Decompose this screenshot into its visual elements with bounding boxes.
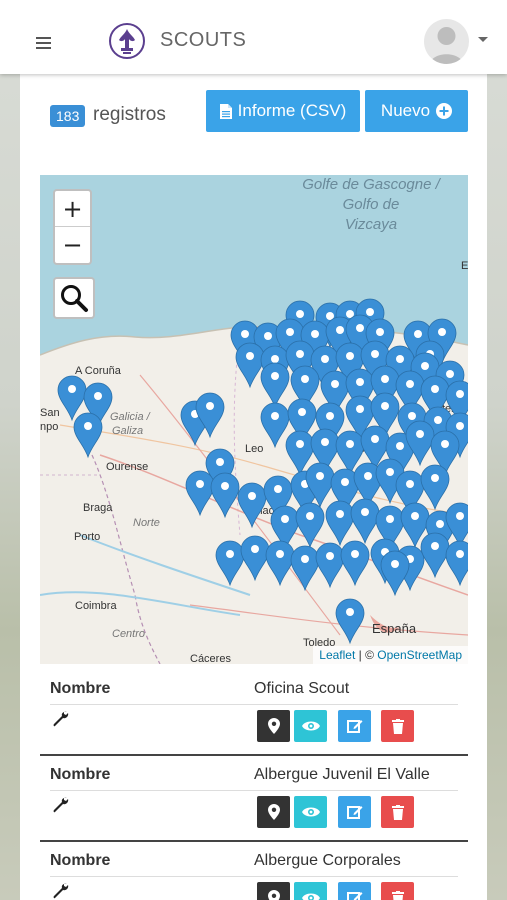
map-marker-icon	[267, 890, 280, 900]
map-marker-icon[interactable]	[380, 550, 410, 597]
map-view[interactable]: Golfe de Gascogne / Golfo de Vizcaya E A…	[40, 175, 468, 664]
wrench-icon	[53, 711, 69, 727]
record-name-value: Albergue Juvenil El Valle	[254, 766, 430, 783]
attribution-separator: | ©	[355, 648, 378, 662]
map-marker-icon[interactable]	[420, 464, 450, 511]
eye-icon	[301, 721, 320, 731]
map-marker-icon[interactable]	[295, 502, 325, 549]
scouts-logo[interactable]	[108, 22, 146, 62]
new-record-label: Nuevo	[380, 101, 431, 120]
leaflet-link[interactable]: Leaflet	[319, 648, 355, 662]
edit-button[interactable]	[338, 796, 371, 828]
map-marker-icon	[267, 804, 280, 820]
record-name-label: Nombre	[50, 680, 111, 697]
delete-button[interactable]	[381, 882, 414, 900]
wrench-icon	[53, 797, 69, 813]
view-button[interactable]	[294, 882, 327, 900]
map-marker-icon[interactable]	[265, 540, 295, 587]
record-divider	[40, 754, 468, 756]
map-marker-icon[interactable]	[445, 540, 468, 587]
map-marker-icon[interactable]	[350, 498, 380, 545]
record-count-badge: 183	[50, 105, 86, 127]
map-marker-icon[interactable]	[235, 342, 265, 389]
map-marker-icon[interactable]	[73, 412, 103, 459]
eye-icon	[301, 893, 320, 900]
map-marker-icon[interactable]	[325, 500, 355, 547]
delete-button[interactable]	[381, 796, 414, 828]
map-marker-icon[interactable]	[420, 532, 450, 579]
map-marker-icon[interactable]	[57, 375, 87, 422]
eye-icon	[301, 807, 320, 817]
trash-icon	[391, 804, 404, 820]
edit-button[interactable]	[338, 710, 371, 742]
map-attribution: Leaflet | © OpenStreetMap	[313, 646, 468, 664]
record-name-value: Oficina Scout	[254, 680, 350, 697]
map-marker-icon[interactable]	[210, 472, 240, 519]
map-marker-icon	[267, 718, 280, 734]
map-marker-icon[interactable]	[237, 482, 267, 529]
edit-icon	[346, 806, 362, 819]
brand-title: SCOUTS	[160, 29, 247, 51]
map-search-button[interactable]	[53, 277, 95, 319]
record-name-value: Albergue Corporales	[254, 852, 401, 869]
file-icon	[219, 103, 232, 119]
record-separator	[50, 790, 458, 791]
record-divider	[40, 840, 468, 842]
delete-button[interactable]	[381, 710, 414, 742]
wrench-icon	[53, 883, 69, 899]
edit-icon	[346, 892, 362, 900]
view-button[interactable]	[294, 710, 327, 742]
record-separator	[50, 876, 458, 877]
view-button[interactable]	[294, 796, 327, 828]
map-marker-icon[interactable]	[315, 542, 345, 589]
trash-icon	[391, 890, 404, 900]
record-count-label: registros	[93, 104, 166, 125]
trash-icon	[391, 718, 404, 734]
map-marker-button[interactable]	[257, 710, 290, 742]
top-navbar: SCOUTS	[0, 0, 507, 74]
zoom-in-button[interactable]: +	[55, 191, 90, 227]
map-marker-button[interactable]	[257, 882, 290, 900]
zoom-out-button[interactable]: −	[55, 227, 90, 263]
map-marker-icon[interactable]	[335, 598, 365, 645]
search-icon	[61, 285, 88, 312]
map-markers	[57, 298, 468, 645]
map-marker-icon[interactable]	[340, 540, 370, 587]
map-marker-icon[interactable]	[215, 540, 245, 587]
map-marker-icon[interactable]	[290, 545, 320, 592]
zoom-control: + −	[53, 189, 92, 265]
edit-icon	[346, 720, 362, 733]
csv-report-label: Informe (CSV)	[237, 101, 347, 120]
csv-report-button[interactable]: Informe (CSV)	[206, 90, 360, 132]
map-marker-button[interactable]	[257, 796, 290, 828]
map-marker-icon[interactable]	[260, 362, 290, 409]
map-marker-icon[interactable]	[445, 502, 468, 549]
record-name-label: Nombre	[50, 766, 111, 783]
map-marker-icon[interactable]	[260, 402, 290, 449]
user-avatar-icon[interactable]	[424, 19, 469, 64]
edit-button[interactable]	[338, 882, 371, 900]
record-separator	[50, 704, 458, 705]
new-record-button[interactable]: Nuevo	[365, 90, 468, 132]
dropdown-caret-icon[interactable]	[478, 37, 488, 42]
map-marker-icon[interactable]	[240, 535, 270, 582]
map-marker-icon[interactable]	[185, 470, 215, 517]
openstreetmap-link[interactable]: OpenStreetMap	[377, 648, 462, 662]
hamburger-icon[interactable]	[36, 37, 51, 49]
plus-circle-icon	[436, 103, 453, 119]
main-content: 183 registros Informe (CSV) Nuevo Golfe …	[20, 74, 487, 900]
record-name-label: Nombre	[50, 852, 111, 869]
